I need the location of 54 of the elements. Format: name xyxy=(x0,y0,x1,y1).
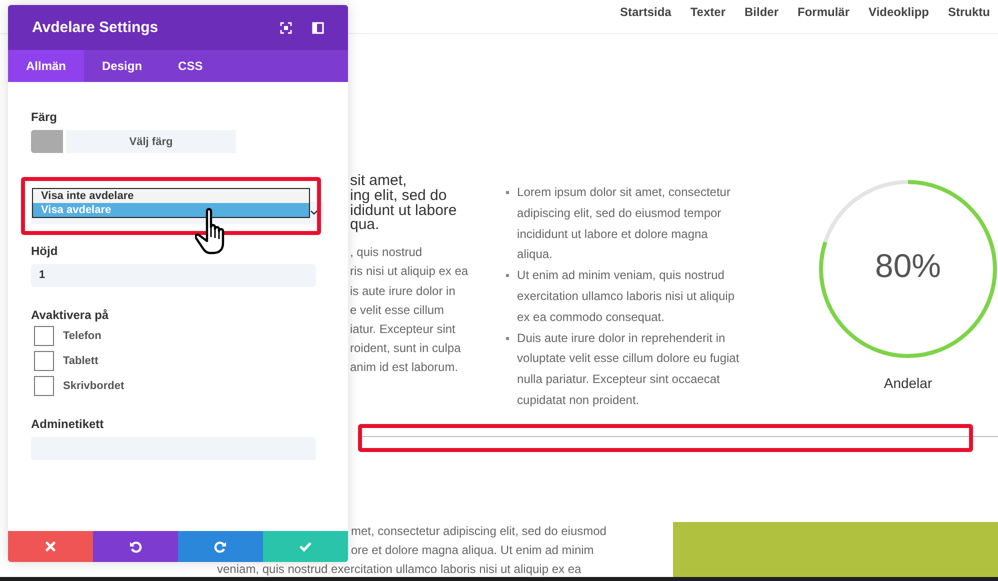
field-label: Färg xyxy=(31,110,58,123)
bullet-icon xyxy=(506,274,510,278)
checkbox-label: Skrivbordet xyxy=(63,380,124,392)
redo-button[interactable] xyxy=(178,531,263,562)
field-label: Höjd xyxy=(31,244,59,257)
checkbox[interactable] xyxy=(34,351,54,371)
heading-text: qua. xyxy=(350,218,380,234)
list-item-text: Ut enim ad minim veniam, quis nostrud exercitation ullamco laboris nisi ut aliquip ex ea commodo consequat. xyxy=(517,267,736,326)
field-label: Avaktivera på xyxy=(31,308,110,321)
color-swatch[interactable] xyxy=(31,130,63,153)
checkbox-label: Telefon xyxy=(63,330,102,342)
checkbox[interactable] xyxy=(34,326,54,346)
percent-value: 80% xyxy=(874,247,942,285)
close-icon xyxy=(45,541,56,552)
nav-link[interactable]: Formulär xyxy=(798,5,850,19)
body-text: iatur. Excepteur sint xyxy=(350,321,456,338)
undo-icon xyxy=(129,540,142,553)
bullet-icon xyxy=(506,336,510,340)
bullet-icon xyxy=(506,191,510,194)
body-text: ore et dolore magna aliqua. Ut enim ad minim xyxy=(351,543,594,557)
checkbox[interactable] xyxy=(34,376,54,396)
checkbox-label: Tablett xyxy=(63,355,98,367)
nav-link[interactable]: Startsida xyxy=(620,5,672,19)
body-text: met, consectetur adipiscing elit, sed do eiusmod xyxy=(351,524,606,538)
tab[interactable]: Design xyxy=(84,50,160,82)
redo-icon xyxy=(214,540,227,553)
nav-link[interactable]: Videoklipp xyxy=(868,5,929,19)
focus-icon[interactable] xyxy=(280,22,292,34)
list-item-text: Lorem ipsum dolor sit amet, consectetur adipiscing elit, sed do eiusmod tempor incididunt ut labore et dolore magna aliqua. xyxy=(517,184,732,264)
dropdown-option[interactable]: Visa inte avdelare xyxy=(33,189,309,203)
nav-link[interactable]: Texter xyxy=(690,5,726,19)
tab[interactable]: Allmän xyxy=(8,50,84,82)
body-text: e velit esse cillum xyxy=(350,302,446,319)
counter-label: Andelar xyxy=(884,375,932,391)
body-text: , quis nostrud xyxy=(350,244,424,262)
pick-color-button[interactable]: Välj färg xyxy=(66,130,236,153)
check-icon xyxy=(299,541,312,552)
sidebar-icon[interactable] xyxy=(312,22,324,34)
undo-button[interactable] xyxy=(93,531,178,562)
tab[interactable]: CSS xyxy=(160,50,221,82)
height-input[interactable]: 1 xyxy=(31,264,316,287)
heading-text: sit amet, xyxy=(350,174,408,189)
body-text: ris nisi ut aliquip ex ea xyxy=(350,263,470,280)
body-text: anim id est laborum. xyxy=(350,359,460,376)
nav-link[interactable]: Struktu xyxy=(948,5,990,19)
body-text: is aute irure dolor in xyxy=(350,282,456,300)
body-text: veniam, quis nostrud exercitation ullamco laboris nisi ut aliquip ex ea xyxy=(217,562,582,576)
field-label: Adminetikett xyxy=(31,417,105,430)
list-item-text: Duis aute irure dolor in reprehenderit in voluptate velit esse cillum dolore eu fugiat nulla pariatur. Excepteur sint occaecat cupidatat non proident. xyxy=(517,330,740,409)
heading-text: ididunt ut labore xyxy=(350,204,458,218)
panel-title: Avdelare Settings xyxy=(32,19,160,36)
nav-link[interactable]: Bilder xyxy=(744,5,779,19)
body-text: roident, sunt in culpa xyxy=(350,340,462,358)
heading-text: ing elit, sed do xyxy=(350,188,448,204)
